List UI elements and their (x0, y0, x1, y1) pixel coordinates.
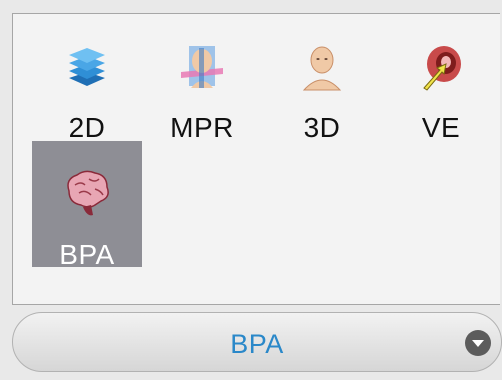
mode-label-mpr: MPR (170, 112, 234, 143)
mode-label-3d: 3D (303, 112, 341, 143)
head-planes-icon (147, 44, 257, 94)
viewer-mode-panel: 2D MPR 3D VE BPA (12, 13, 500, 305)
mode-label-2d: 2D (68, 112, 106, 143)
mode-selector-dropdown[interactable]: BPA (12, 312, 502, 372)
mode-tile-2d[interactable]: 2D (32, 14, 142, 143)
mode-tile-mpr[interactable]: MPR (147, 14, 257, 143)
mode-label-bpa: BPA (59, 239, 115, 270)
head-bust-icon (267, 44, 377, 92)
chevron-down-icon[interactable] (465, 330, 491, 356)
brain-icon (32, 169, 142, 219)
mode-tile-ve[interactable]: VE (386, 14, 496, 143)
mode-tile-3d[interactable]: 3D (267, 14, 377, 143)
mode-selector-value: BPA (230, 329, 284, 359)
stacked-layers-icon (32, 44, 142, 88)
mode-tile-bpa[interactable]: BPA (32, 141, 142, 270)
endoscopy-arrow-icon (386, 44, 496, 92)
mode-label-ve: VE (421, 112, 461, 143)
